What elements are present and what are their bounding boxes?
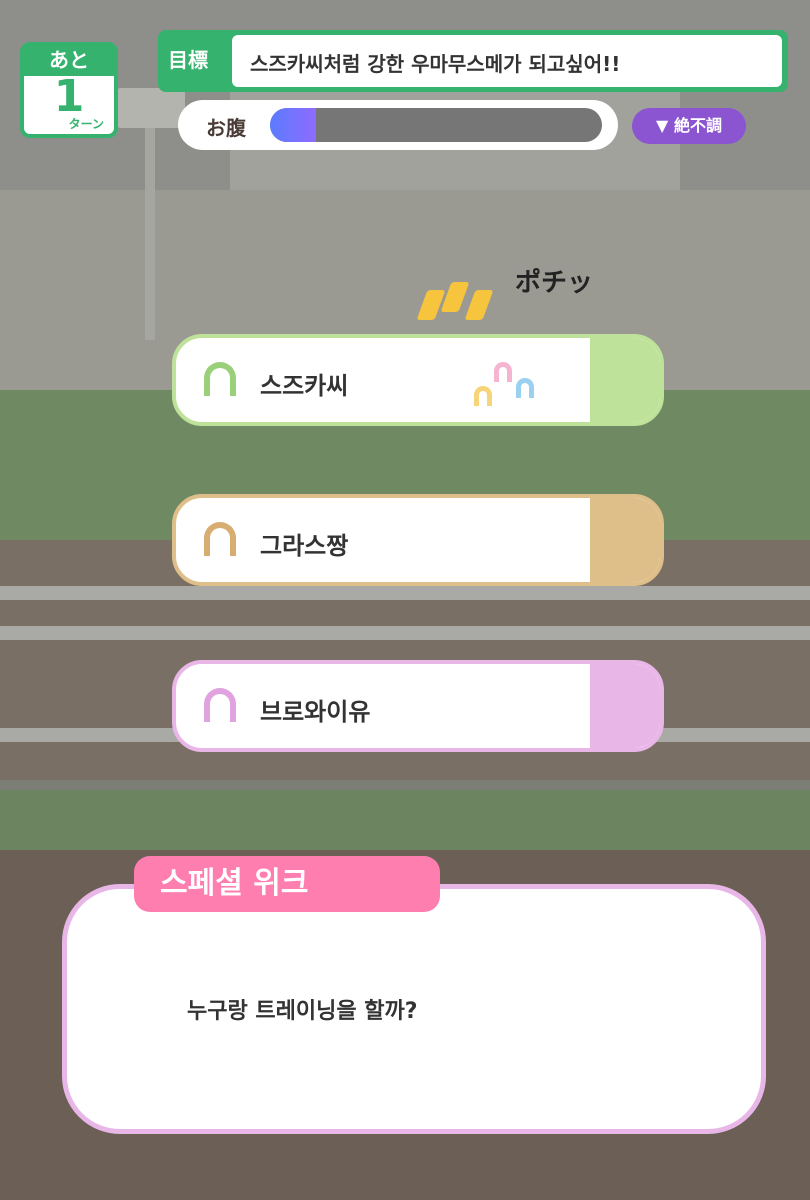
goal-banner: 目標 스즈카씨처럼 강한 우마무스메가 되고싶어!! [158, 30, 788, 92]
track-rail [0, 626, 810, 640]
hunger-meter: お腹 [178, 100, 618, 150]
dialog-box[interactable]: 누구랑 트레이닝을 할까? [62, 884, 766, 1134]
goal-text-box: 스즈카씨처럼 강한 우마무스메가 되고싶어!! [232, 35, 782, 87]
training-partner-name: 그라스짱 [260, 532, 349, 560]
stadium-light-pole [145, 120, 155, 340]
horseshoe-icon [204, 688, 236, 722]
dialog-message: 누구랑 트레이닝을 할까? [187, 999, 418, 1024]
down-arrow-icon: ▼ [656, 116, 669, 135]
turns-remaining-unit: ターン [68, 117, 104, 131]
speaker-name-tag: 스페셜 위크 [134, 856, 440, 912]
horseshoe-icon [516, 378, 534, 398]
condition-status-text: 絶不調 [673, 116, 722, 135]
hunger-label: お腹 [206, 116, 246, 140]
chevron-right-icon [590, 664, 660, 748]
training-partner-option[interactable]: 그라스짱 [172, 494, 664, 586]
hunger-bar-fill [270, 108, 317, 142]
chevron-right-icon [590, 498, 660, 582]
goal-label: 目標 [168, 48, 208, 72]
stadium-light [115, 88, 185, 128]
hunger-bar [270, 108, 602, 142]
turns-remaining-count: 1 [53, 71, 85, 122]
track-rail [0, 586, 810, 600]
training-partner-option[interactable]: 브로와이유 [172, 660, 664, 752]
chevron-right-icon [590, 338, 660, 422]
horseshoe-icon [474, 386, 492, 406]
training-partner-option[interactable]: 스즈카씨 [172, 334, 664, 426]
horseshoe-icon [204, 362, 236, 396]
turns-remaining-badge: あと 1 ターン [20, 42, 118, 138]
tap-sound-effect: ポチッ [515, 268, 594, 298]
training-partner-name: 브로와이유 [260, 698, 371, 726]
goal-text: 스즈카씨처럼 강한 우마무스메가 되고싶어!! [250, 52, 621, 76]
horseshoe-icon [204, 522, 236, 556]
condition-status-badge: ▼ 絶不調 [632, 108, 746, 144]
horseshoe-icon [494, 362, 512, 382]
training-partner-name: 스즈카씨 [260, 372, 349, 400]
